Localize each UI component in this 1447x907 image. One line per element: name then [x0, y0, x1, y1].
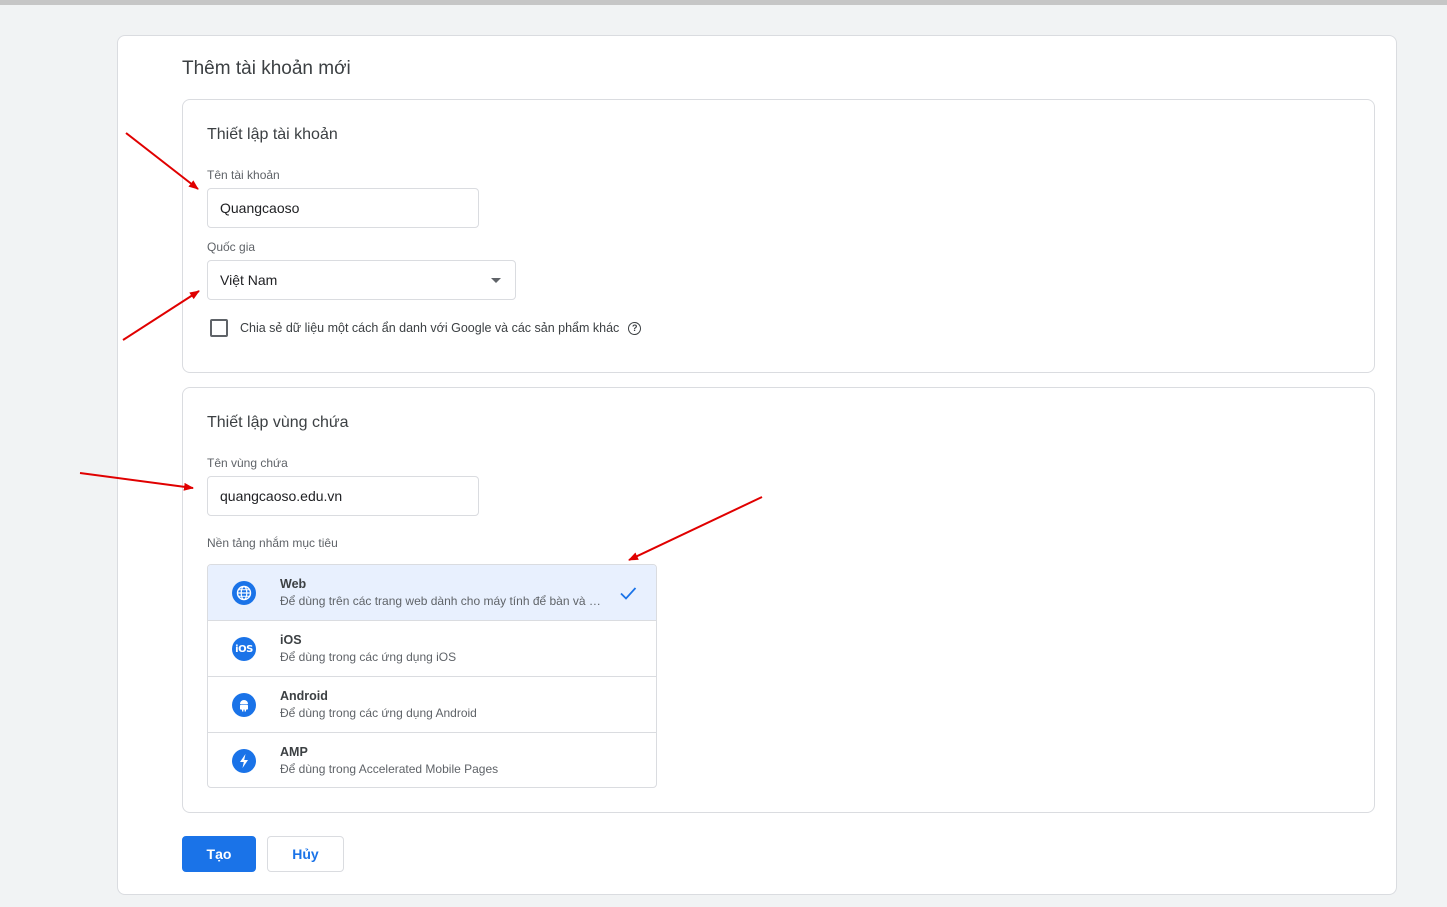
bolt-icon — [232, 749, 256, 773]
country-label: Quốc gia — [207, 240, 256, 254]
share-data-label[interactable]: Chia sẻ dữ liệu một cách ẩn danh với Goo… — [240, 321, 619, 335]
platform-label: Nền tảng nhắm mục tiêu — [207, 536, 338, 550]
share-data-checkbox[interactable] — [210, 319, 228, 337]
platform-desc: Để dùng trong các ứng dụng iOS — [280, 650, 457, 664]
container-setup-section: Thiết lập vùng chứa Tên vùng chứa quangc… — [182, 387, 1375, 813]
account-name-label: Tên tài khoản — [207, 168, 280, 182]
platform-desc: Để dùng trong Accelerated Mobile Pages — [280, 762, 499, 776]
platform-name: Web — [280, 577, 307, 591]
check-icon — [620, 587, 637, 600]
top-bar — [0, 0, 1447, 5]
account-name-input[interactable]: Quangcaoso — [207, 188, 479, 228]
platform-name: Android — [280, 689, 328, 703]
help-icon[interactable]: ? — [628, 321, 642, 335]
platform-option-web[interactable]: Web Để dùng trên các trang web dành cho … — [208, 565, 656, 621]
platform-option-android[interactable]: Android Để dùng trong các ứng dụng Andro… — [208, 677, 656, 733]
container-setup-title: Thiết lập vùng chứa — [207, 414, 349, 431]
container-name-label: Tên vùng chứa — [207, 456, 288, 470]
platform-name: iOS — [280, 633, 302, 647]
platform-list: Web Để dùng trên các trang web dành cho … — [207, 564, 657, 788]
new-account-card: Thêm tài khoản mới Thiết lập tài khoản T… — [117, 35, 1397, 895]
create-button[interactable]: Tạo — [182, 836, 256, 872]
page-title: Thêm tài khoản mới — [182, 58, 351, 79]
container-name-input[interactable]: quangcaoso.edu.vn — [207, 476, 479, 516]
country-select-value: Việt Nam — [220, 272, 278, 288]
globe-icon — [232, 581, 256, 605]
share-data-row: Chia sẻ dữ liệu một cách ẩn danh với Goo… — [210, 318, 642, 338]
platform-option-ios[interactable]: iOS iOS Để dùng trong các ứng dụng iOS — [208, 621, 656, 677]
ios-icon: iOS — [232, 637, 256, 661]
android-icon — [232, 693, 256, 717]
cancel-button[interactable]: Hủy — [267, 836, 344, 872]
country-select[interactable]: Việt Nam — [207, 260, 516, 300]
platform-option-amp[interactable]: AMP Để dùng trong Accelerated Mobile Pag… — [208, 733, 656, 787]
platform-name: AMP — [280, 745, 308, 759]
account-setup-section: Thiết lập tài khoản Tên tài khoản Quangc… — [182, 99, 1375, 373]
platform-desc: Để dùng trên các trang web dành cho máy … — [280, 594, 602, 608]
platform-desc: Để dùng trong các ứng dụng Android — [280, 706, 477, 720]
dropdown-arrow-icon — [491, 278, 501, 283]
account-setup-title: Thiết lập tài khoản — [207, 126, 338, 143]
